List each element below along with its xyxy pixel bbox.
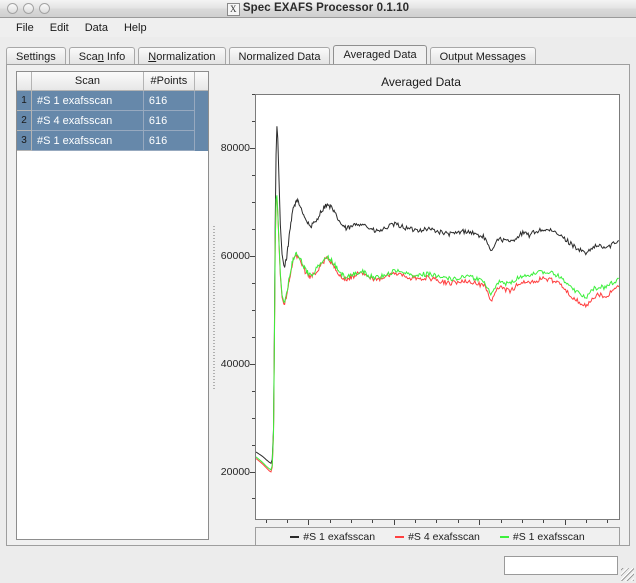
x-tick-major	[393, 520, 395, 525]
chart-panel: Averaged Data 20000400006000080000 7.27.…	[220, 71, 622, 546]
status-bar	[0, 548, 636, 583]
menu-help[interactable]: Help	[116, 21, 155, 35]
x-tick-minor	[585, 520, 587, 523]
row-number: 1	[17, 90, 32, 111]
x-tick-minor	[329, 520, 331, 523]
table-header-row: Scan #Points	[17, 72, 208, 91]
x-tick-minor	[543, 520, 545, 523]
divider-grip-icon	[213, 226, 215, 391]
tab-settings[interactable]: Settings	[6, 47, 66, 65]
y-tick-minor	[252, 444, 255, 446]
tab-strip: Settings Scan Info Normalization Normali…	[6, 45, 630, 65]
x-tick-minor	[436, 520, 438, 523]
table-row[interactable]: 2 #S 4 exafsscan 616	[17, 110, 208, 131]
y-tick-minor	[252, 336, 255, 338]
scan-table: Scan #Points 1 #S 1 exafsscan 616 2 #S 4…	[17, 72, 208, 151]
cell-scan[interactable]: #S 1 exafsscan	[31, 130, 144, 151]
table-row[interactable]: 3 #S 1 exafsscan 616	[17, 130, 208, 151]
y-tick-minor	[252, 228, 255, 230]
window-title-text: Spec EXAFS Processor 0.1.10	[242, 1, 410, 14]
legend-item[interactable]: #S 1 exafsscan	[290, 531, 375, 543]
y-tick-major	[250, 471, 255, 473]
y-tick-minor	[252, 282, 255, 284]
cell-points[interactable]: 616	[143, 130, 195, 151]
column-header-scan[interactable]: Scan	[31, 72, 144, 91]
cell-points[interactable]: 616	[143, 90, 195, 111]
y-tick-major	[250, 363, 255, 365]
cell-filler	[194, 130, 208, 151]
y-tick-minor	[252, 417, 255, 419]
x-tick-major	[479, 520, 481, 525]
y-tick-minor	[252, 498, 255, 500]
menu-data[interactable]: Data	[77, 21, 116, 35]
x-tick-major	[564, 520, 566, 525]
status-field[interactable]	[504, 556, 618, 575]
row-number: 3	[17, 130, 32, 151]
tab-scan-info[interactable]: Scan Info	[68, 47, 136, 65]
x-tick-minor	[351, 520, 353, 523]
y-tick-label: 80000	[220, 141, 250, 154]
tab-averaged-data[interactable]: Averaged Data	[333, 45, 427, 65]
y-tick-major	[250, 255, 255, 257]
x-tick-minor	[287, 520, 288, 523]
column-header-filler	[194, 72, 208, 91]
plot-frame: 20000400006000080000 7.27.47.67.8	[221, 94, 620, 540]
menu-bar: File Edit Data Help	[0, 18, 636, 37]
cell-filler	[194, 90, 208, 111]
tab-output-messages[interactable]: Output Messages	[429, 47, 536, 65]
y-tick-minor	[252, 390, 255, 392]
app-x-icon: X	[226, 2, 240, 16]
window-title: X Spec EXAFS Processor 0.1.10	[0, 2, 636, 16]
title-bar: X Spec EXAFS Processor 0.1.10	[0, 0, 636, 18]
resize-grip-icon[interactable]	[621, 568, 634, 581]
table-corner-header	[17, 72, 32, 91]
x-tick-minor	[521, 520, 523, 523]
x-tick-minor	[415, 520, 417, 523]
y-tick-minor	[252, 94, 255, 95]
cell-scan[interactable]: #S 4 exafsscan	[31, 110, 144, 131]
split-pane-divider[interactable]	[211, 71, 219, 540]
legend-item[interactable]: #S 1 exafsscan	[499, 530, 585, 543]
x-tick-major	[308, 520, 310, 525]
y-tick-minor	[252, 174, 255, 176]
y-tick-minor	[252, 201, 255, 203]
application-window: X Spec EXAFS Processor 0.1.10 File Edit D…	[0, 0, 636, 583]
y-tick-label: 20000	[220, 465, 250, 478]
row-number: 2	[17, 110, 32, 131]
x-tick-minor	[607, 520, 609, 523]
chart-title: Averaged Data	[381, 75, 461, 89]
y-tick-label: 40000	[220, 357, 250, 370]
legend-label: #S 1 exafsscan	[512, 530, 585, 543]
cell-filler	[194, 110, 208, 131]
scan-table-panel[interactable]: Scan #Points 1 #S 1 exafsscan 616 2 #S 4…	[16, 71, 209, 540]
legend-label: #S 1 exafsscan	[303, 530, 376, 543]
tab-normalized-data[interactable]: Normalized Data	[228, 47, 331, 65]
y-tick-major	[250, 147, 255, 149]
y-tick-minor	[252, 309, 255, 311]
legend-swatch-icon	[499, 535, 509, 538]
table-row[interactable]: 1 #S 1 exafsscan 616	[17, 90, 208, 111]
legend-swatch-icon	[395, 535, 405, 538]
tab-normalization[interactable]: Normalization	[138, 47, 226, 65]
legend-swatch-icon	[290, 535, 300, 538]
y-tick-minor	[252, 121, 255, 122]
cell-points[interactable]: 616	[143, 110, 195, 131]
tab-content-averaged-data: Scan #Points 1 #S 1 exafsscan 616 2 #S 4…	[6, 64, 630, 546]
legend-item[interactable]: #S 4 exafsscan	[395, 531, 480, 543]
y-tick-label: 60000	[220, 249, 250, 262]
legend-label: #S 4 exafsscan	[408, 530, 480, 543]
plot-curves	[255, 126, 620, 473]
menu-edit[interactable]: Edit	[42, 21, 77, 35]
x-tick-minor	[457, 520, 459, 523]
cell-scan[interactable]: #S 1 exafsscan	[31, 90, 144, 111]
scan-table-body: 1 #S 1 exafsscan 616 2 #S 4 exafsscan 61…	[17, 90, 208, 151]
menu-file[interactable]: File	[8, 21, 42, 35]
column-header-points[interactable]: #Points	[143, 72, 195, 91]
series-line	[255, 126, 620, 465]
x-tick-minor	[500, 520, 502, 523]
x-tick-minor	[265, 520, 267, 523]
plot-area[interactable]	[255, 94, 620, 520]
chart-legend: #S 1 exafsscan #S 4 exafsscan #S 1 exafs…	[255, 527, 620, 546]
x-tick-minor	[372, 520, 374, 523]
